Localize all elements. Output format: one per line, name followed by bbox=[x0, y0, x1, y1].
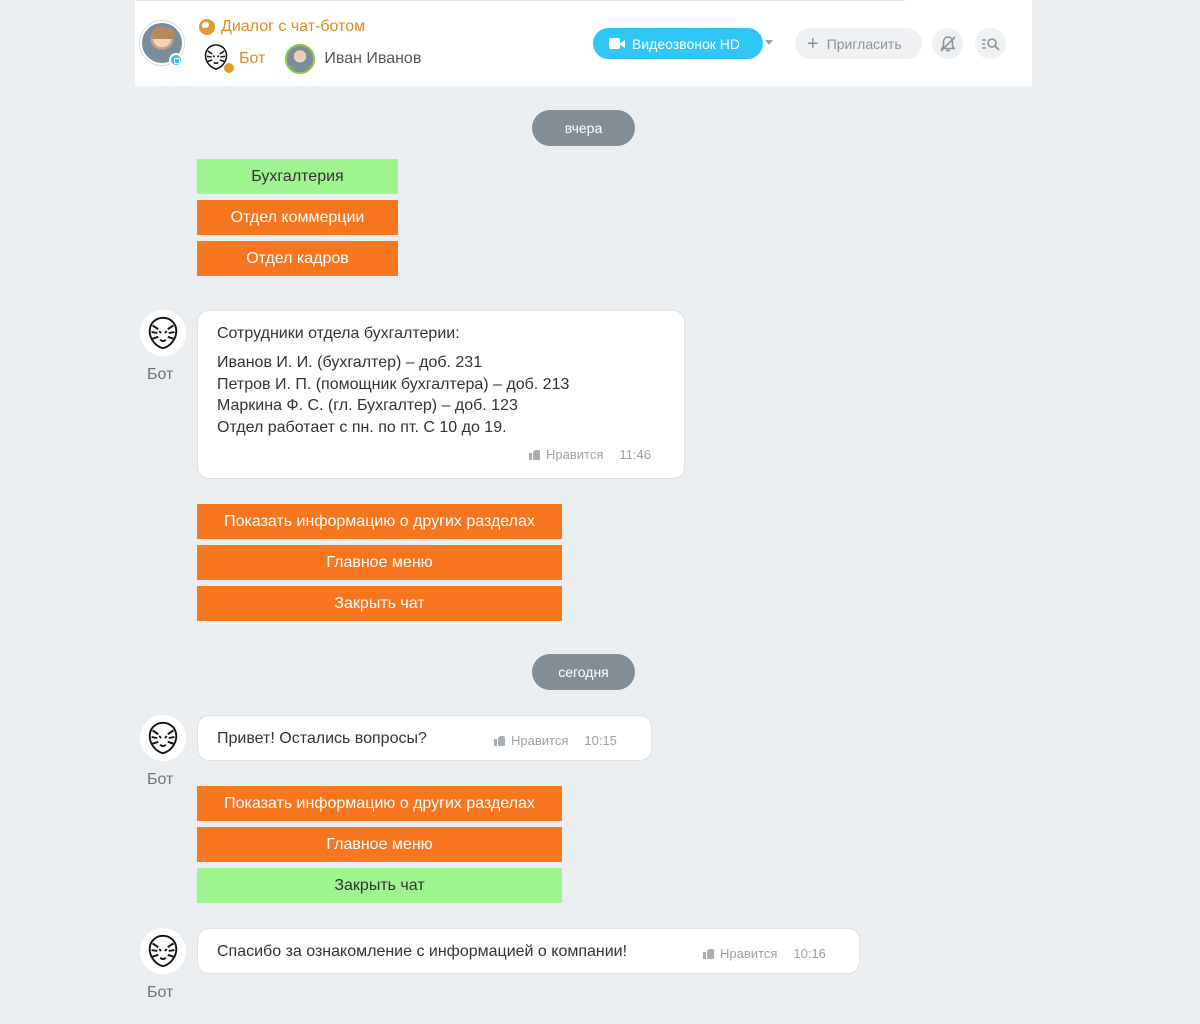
like-button[interactable]: Нравится bbox=[511, 733, 568, 748]
bot-avatar[interactable] bbox=[140, 310, 186, 356]
like-icon[interactable] bbox=[494, 735, 505, 746]
message-meta: Нравится 11:46 bbox=[529, 447, 651, 462]
bot-name: Бот bbox=[147, 771, 174, 788]
bot-name: Бот bbox=[147, 984, 174, 1001]
invite-label: Пригласить bbox=[826, 35, 902, 52]
search-messages-button[interactable] bbox=[975, 28, 1006, 59]
member-user-name[interactable]: Иван Иванов bbox=[324, 50, 421, 68]
status-badge bbox=[169, 53, 183, 67]
date-separator: сегодня bbox=[532, 654, 635, 690]
bot-avatar[interactable] bbox=[140, 928, 186, 974]
message-meta: Нравится 10:16 bbox=[703, 946, 826, 961]
message-meta: Нравится 10:15 bbox=[494, 733, 617, 748]
message-time: 11:46 bbox=[619, 447, 651, 462]
user-avatar[interactable] bbox=[285, 44, 316, 74]
message-text: Спасибо за ознакомление с информацией о … bbox=[217, 943, 628, 960]
message-time: 10:16 bbox=[793, 946, 826, 961]
date-separator: вчера bbox=[532, 110, 635, 146]
keyboard-button-close-chat[interactable]: Закрыть чат bbox=[197, 586, 562, 621]
camera-icon bbox=[609, 38, 625, 49]
bot-name: Бот bbox=[147, 366, 174, 383]
message-line: Иванов И. И. (бухгалтер) – доб. 231 bbox=[217, 354, 483, 371]
message-line: Маркина Ф. С. (гл. Бухгалтер) – доб. 123 bbox=[217, 397, 518, 414]
video-call-button[interactable]: Видеозвонок HD bbox=[593, 28, 763, 59]
bell-icon bbox=[939, 35, 956, 52]
chat-title-row[interactable]: Диалог с чат-ботом bbox=[199, 18, 365, 36]
message-line: Петров И. П. (помощник бухгалтера) – доб… bbox=[217, 375, 570, 393]
message-title: Сотрудники отдела бухгалтерии: bbox=[217, 325, 460, 342]
bot-avatar[interactable] bbox=[140, 715, 186, 761]
like-button[interactable]: Нравится bbox=[720, 946, 777, 961]
invite-button[interactable]: + Пригласить bbox=[795, 28, 922, 59]
lion-icon bbox=[148, 721, 178, 755]
keyboard-button-main-menu[interactable]: Главное меню bbox=[197, 545, 562, 580]
message-bubble: Спасибо за ознакомление с информацией о … bbox=[197, 928, 860, 974]
chat-header: Диалог с чат-ботом Бот Иван Иванов Видео… bbox=[135, 0, 1032, 86]
header-divider bbox=[135, 0, 905, 1]
chat-title[interactable]: Диалог с чат-ботом bbox=[221, 18, 365, 36]
keyboard-button-other-sections[interactable]: Показать информацию о других разделах bbox=[197, 786, 562, 821]
keyboard-button-close-chat[interactable]: Закрыть чат bbox=[197, 868, 562, 903]
plus-icon: + bbox=[807, 32, 819, 55]
keyboard-button-accounting[interactable]: Бухгалтерия bbox=[197, 159, 398, 194]
keyboard-button-other-sections[interactable]: Показать информацию о других разделах bbox=[197, 504, 562, 539]
globe-icon bbox=[199, 19, 215, 35]
like-icon[interactable] bbox=[529, 449, 540, 460]
message-time: 10:15 bbox=[584, 733, 617, 748]
message-bubble: Сотрудники отдела бухгалтерии: Иванов И.… bbox=[197, 310, 685, 479]
notifications-button[interactable] bbox=[932, 28, 963, 59]
like-icon[interactable] bbox=[703, 948, 714, 959]
keyboard-button-main-menu[interactable]: Главное меню bbox=[197, 827, 562, 862]
message-line: Отдел работает с пн. по пт. С 10 до 19. bbox=[217, 418, 507, 436]
like-button[interactable]: Нравится bbox=[546, 447, 603, 462]
message-bubble: Привет! Остались вопросы? Нравится 10:15 bbox=[197, 715, 652, 761]
search-icon bbox=[981, 37, 1000, 51]
keyboard-button-hr[interactable]: Отдел кадров bbox=[197, 241, 398, 276]
members-list: Бот Иван Иванов bbox=[201, 42, 421, 76]
lion-icon bbox=[148, 934, 178, 968]
bot-avatar-small[interactable] bbox=[201, 42, 235, 76]
member-bot-name[interactable]: Бот bbox=[239, 50, 265, 68]
keyboard-button-commerce[interactable]: Отдел коммерции bbox=[197, 200, 398, 235]
video-call-label: Видеозвонок HD bbox=[632, 35, 740, 52]
lion-icon bbox=[148, 316, 178, 350]
chevron-down-icon[interactable] bbox=[765, 40, 773, 45]
message-text: Привет! Остались вопросы? bbox=[217, 730, 427, 747]
